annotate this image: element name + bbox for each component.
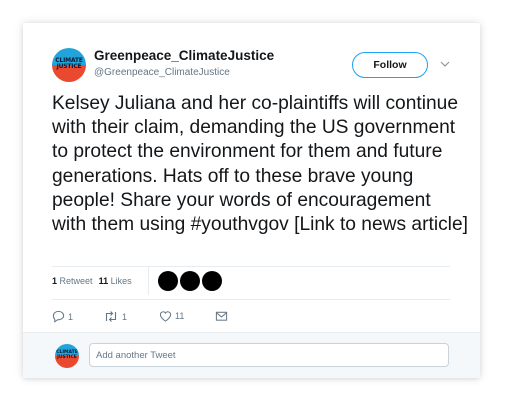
reply-count: 1	[68, 311, 74, 322]
avatar-logo-text: CLIMATE JUSTICE	[55, 57, 83, 70]
retweet-action[interactable]: 1	[103, 310, 127, 326]
author-handle[interactable]: @Greenpeace_ClimateJustice	[94, 67, 230, 78]
author-avatar[interactable]: CLIMATE JUSTICE	[52, 48, 86, 82]
likes-label: Likes	[110, 276, 132, 286]
likes-count: 11	[98, 276, 109, 286]
divider	[52, 266, 450, 267]
envelope-icon	[215, 311, 228, 321]
reply-action[interactable]: 1	[52, 310, 73, 326]
liker-avatar[interactable]	[202, 271, 222, 291]
like-count: 11	[175, 311, 185, 321]
like-action[interactable]: 11	[159, 310, 184, 326]
tweet-card: CLIMATE JUSTICE Greenpeace_ClimateJustice…	[23, 23, 480, 378]
user-avatar: CLIMATE JUSTICE	[55, 344, 79, 368]
heart-icon	[159, 311, 172, 322]
tweet-stats: 1 Retweet 11 Likes	[52, 276, 132, 286]
reply-input[interactable]	[89, 343, 449, 367]
retweet-count: 1	[122, 311, 128, 322]
chevron-down-icon[interactable]	[439, 59, 451, 69]
divider	[52, 299, 450, 300]
retweet-icon	[105, 311, 117, 322]
reply-area: CLIMATE JUSTICE	[23, 332, 480, 378]
stats-separator	[148, 267, 149, 295]
likes-stat[interactable]: 11 Likes	[99, 276, 132, 286]
author-name[interactable]: Greenpeace_ClimateJustice	[94, 48, 274, 63]
direct-message-action[interactable]	[215, 310, 228, 326]
follow-button[interactable]: Follow	[352, 52, 428, 78]
retweets-stat[interactable]: 1 Retweet	[52, 276, 93, 286]
retweets-label: Retweet	[59, 276, 93, 286]
liker-avatar[interactable]	[180, 271, 200, 291]
liker-avatar[interactable]	[158, 271, 178, 291]
avatar-logo-text: CLIMATE JUSTICE	[56, 350, 78, 360]
retweets-count: 1	[52, 276, 58, 286]
tweet-text: Kelsey Juliana and her co-plaintiffs wil…	[52, 93, 468, 236]
reply-icon	[52, 310, 65, 323]
